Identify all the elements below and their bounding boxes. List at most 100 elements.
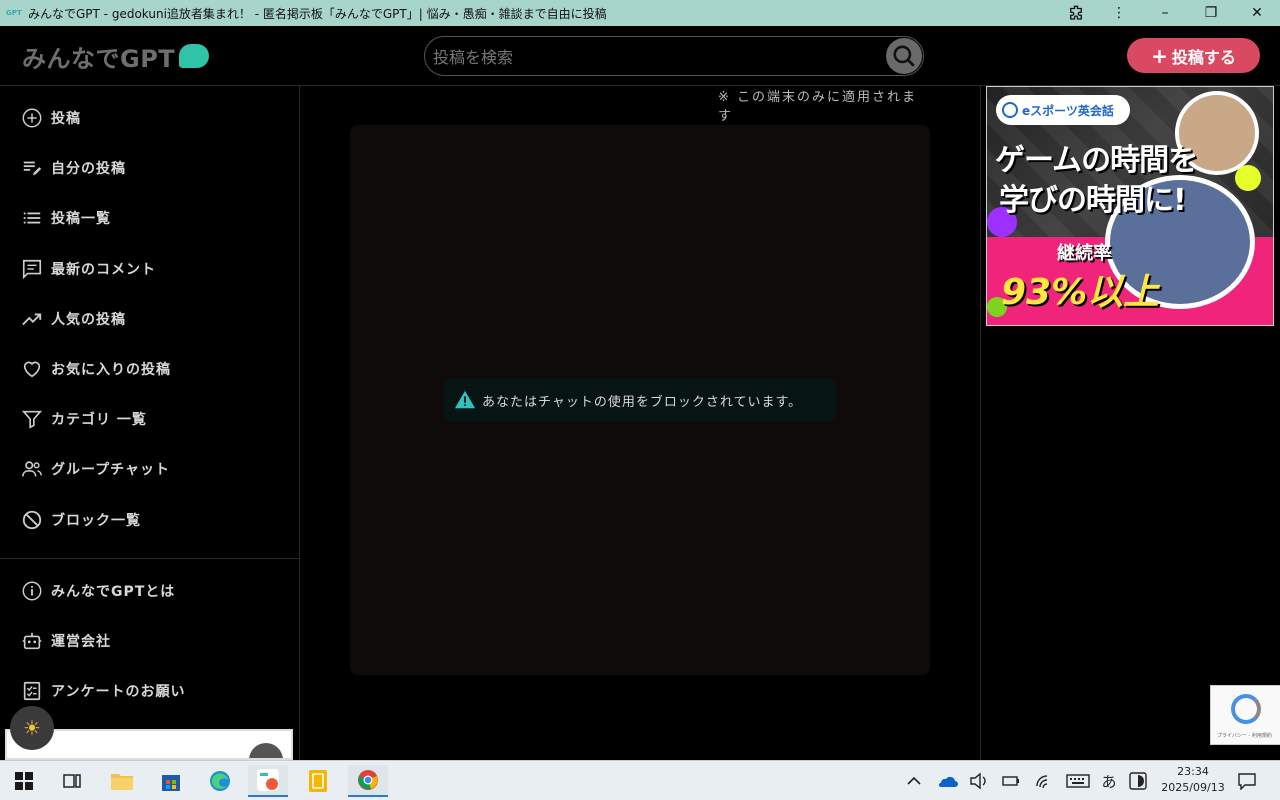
chevron-up-icon (907, 776, 921, 785)
sidebar-item-favorites[interactable]: お気に入りの投稿 (20, 357, 171, 381)
search-input[interactable] (433, 43, 873, 71)
edge-icon (210, 771, 230, 791)
filter-icon (20, 407, 44, 431)
sidebar-item-popular[interactable]: 人気の投稿 (20, 307, 126, 331)
ad-rate-value: 93%以上 (1001, 272, 1160, 313)
sidebar-item-block-list[interactable]: ブロック一覧 (20, 508, 141, 532)
sidebar-item-label: 投稿一覧 (51, 211, 111, 227)
sidebar-item-about[interactable]: みんなでGPTとは (20, 579, 175, 603)
clock-date: 2025/09/13 (1161, 781, 1225, 794)
windows-icon (15, 772, 33, 790)
sidebar-divider (0, 558, 299, 559)
menu-icon[interactable]: ⋮ (1096, 0, 1142, 26)
wifi-icon[interactable] (1032, 769, 1058, 793)
sidebar-item-post[interactable]: 投稿 (20, 106, 81, 130)
task-view-button[interactable] (52, 765, 92, 797)
sun-icon: ☀ (23, 716, 41, 740)
theme-toggle-button[interactable]: ☀ (10, 706, 54, 750)
favicon-icon: GPT (6, 9, 22, 17)
close-button[interactable]: ✕ (1234, 0, 1280, 26)
sidebar-item-label: カテゴリ 一覧 (51, 412, 147, 428)
sidebar-item-label: お気に入りの投稿 (51, 362, 171, 378)
volume-icon[interactable] (966, 769, 992, 793)
sidebar-item-label: 最新のコメント (51, 262, 156, 278)
minnade-gpt-app-button[interactable] (248, 765, 288, 797)
sidebar-item-label: 運営会社 (51, 634, 111, 650)
store-icon (162, 775, 180, 791)
onedrive-icon[interactable] (934, 769, 960, 793)
speech-bubble-icon (179, 44, 210, 68)
comment-icon (20, 257, 44, 281)
sidebar-item-label: アンケートのお願い (51, 684, 186, 700)
edit-list-icon (20, 156, 44, 180)
site-header: みんなでGPT + 投稿する (0, 26, 1280, 86)
heart-icon (20, 357, 44, 381)
alert-text: あなたはチャットの使用をブロックされています。 (482, 394, 803, 410)
sidebar-item-label: 投稿 (51, 111, 81, 127)
content-divider (980, 86, 981, 760)
edge-button[interactable] (200, 765, 240, 797)
ad-badge (249, 743, 283, 758)
new-post-button[interactable]: + 投稿する (1127, 38, 1260, 73)
keyboard-icon[interactable] (1064, 769, 1092, 793)
ime-pad-icon[interactable] (1126, 769, 1150, 793)
list-icon (20, 206, 44, 230)
trending-icon (20, 307, 44, 331)
warning-icon (454, 390, 476, 409)
start-button[interactable] (4, 765, 44, 797)
robot-icon (20, 629, 44, 653)
ime-mode-indicator[interactable]: あ (1098, 769, 1120, 793)
battery-icon[interactable] (998, 769, 1024, 793)
sidebar-item-group-chat[interactable]: グループチャット (20, 457, 170, 481)
sidebar-item-label: 人気の投稿 (51, 312, 126, 328)
maximize-button[interactable]: ❐ (1188, 0, 1234, 26)
sidebar-item-categories[interactable]: カテゴリ 一覧 (20, 407, 147, 431)
sidebar-item-label: グループチャット (51, 462, 171, 478)
minimize-button[interactable]: – (1142, 0, 1188, 26)
taskbar-clock[interactable]: 23:34 2025/09/13 (1160, 764, 1226, 798)
blocked-alert: あなたはチャットの使用をブロックされています。 (444, 379, 836, 421)
browser-titlebar: GPT みんなでGPT - gedokuni追放者集まれ！ - 匿名掲示板「みん… (0, 0, 1280, 26)
sidebar-item-company[interactable]: 運営会社 (20, 629, 111, 653)
taskbar: あ 23:34 2025/09/13 (0, 760, 1280, 800)
notes-icon (309, 770, 327, 792)
puzzle-icon[interactable] (1056, 0, 1096, 26)
ad-headline-2: 学びの時間に! (999, 183, 1187, 218)
sidebar-item-latest-comments[interactable]: 最新のコメント (20, 257, 156, 281)
screen: GPT みんなでGPT - gedokuni追放者集まれ！ - 匿名掲示板「みん… (0, 0, 1280, 800)
sidebar: 投稿 自分の投稿 投稿一覧 最新のコメント 人気の投稿 お気に入りの投稿 カテゴ… (0, 86, 300, 760)
search-button[interactable] (886, 38, 922, 74)
file-explorer-button[interactable] (102, 765, 142, 797)
sidebar-item-my-posts[interactable]: 自分の投稿 (20, 156, 126, 180)
block-icon (20, 508, 44, 532)
group-icon (20, 457, 44, 481)
gamepad-icon (1002, 102, 1018, 118)
window-title: みんなでGPT - gedokuni追放者集まれ！ - 匿名掲示板「みんなでGP… (28, 6, 607, 21)
ad-brand: eスポーツ英会話 (1022, 103, 1114, 118)
ad-brand-tag: eスポーツ英会話 (996, 95, 1130, 125)
recaptcha-badge[interactable]: プライバシー - 利用規約 (1210, 685, 1280, 745)
recaptcha-terms[interactable]: プライバシー - 利用規約 (1217, 732, 1272, 739)
new-post-label: 投稿する (1171, 47, 1236, 67)
chrome-button[interactable] (348, 765, 388, 797)
sidebar-item-label: 自分の投稿 (51, 161, 126, 177)
ad-banner[interactable]: eスポーツ英会話 ゲームの時間を 学びの時間に! 継続率 93%以上 (986, 86, 1274, 326)
site-logo[interactable]: みんなでGPT (22, 40, 210, 73)
notes-app-button[interactable] (298, 765, 338, 797)
sidebar-item-label: みんなでGPTとは (51, 584, 176, 600)
recaptcha-icon (1231, 694, 1261, 724)
survey-icon (20, 679, 44, 703)
show-hidden-icons-button[interactable] (904, 769, 924, 793)
device-note: ※ この端末のみに適用されます (718, 90, 918, 124)
store-button[interactable] (151, 765, 191, 797)
sidebar-item-post-list[interactable]: 投稿一覧 (20, 206, 111, 230)
sidebar-item-survey[interactable]: アンケートのお願い (20, 679, 185, 703)
folder-icon (111, 774, 133, 790)
clock-time: 23:34 (1177, 765, 1209, 778)
notification-icon[interactable] (1234, 769, 1260, 793)
plus-circle-icon (20, 106, 44, 130)
search-icon (893, 45, 915, 67)
logo-text: みんなでGPT (22, 44, 176, 73)
ad-paint-splat (1235, 165, 1261, 191)
chrome-icon (358, 770, 378, 790)
